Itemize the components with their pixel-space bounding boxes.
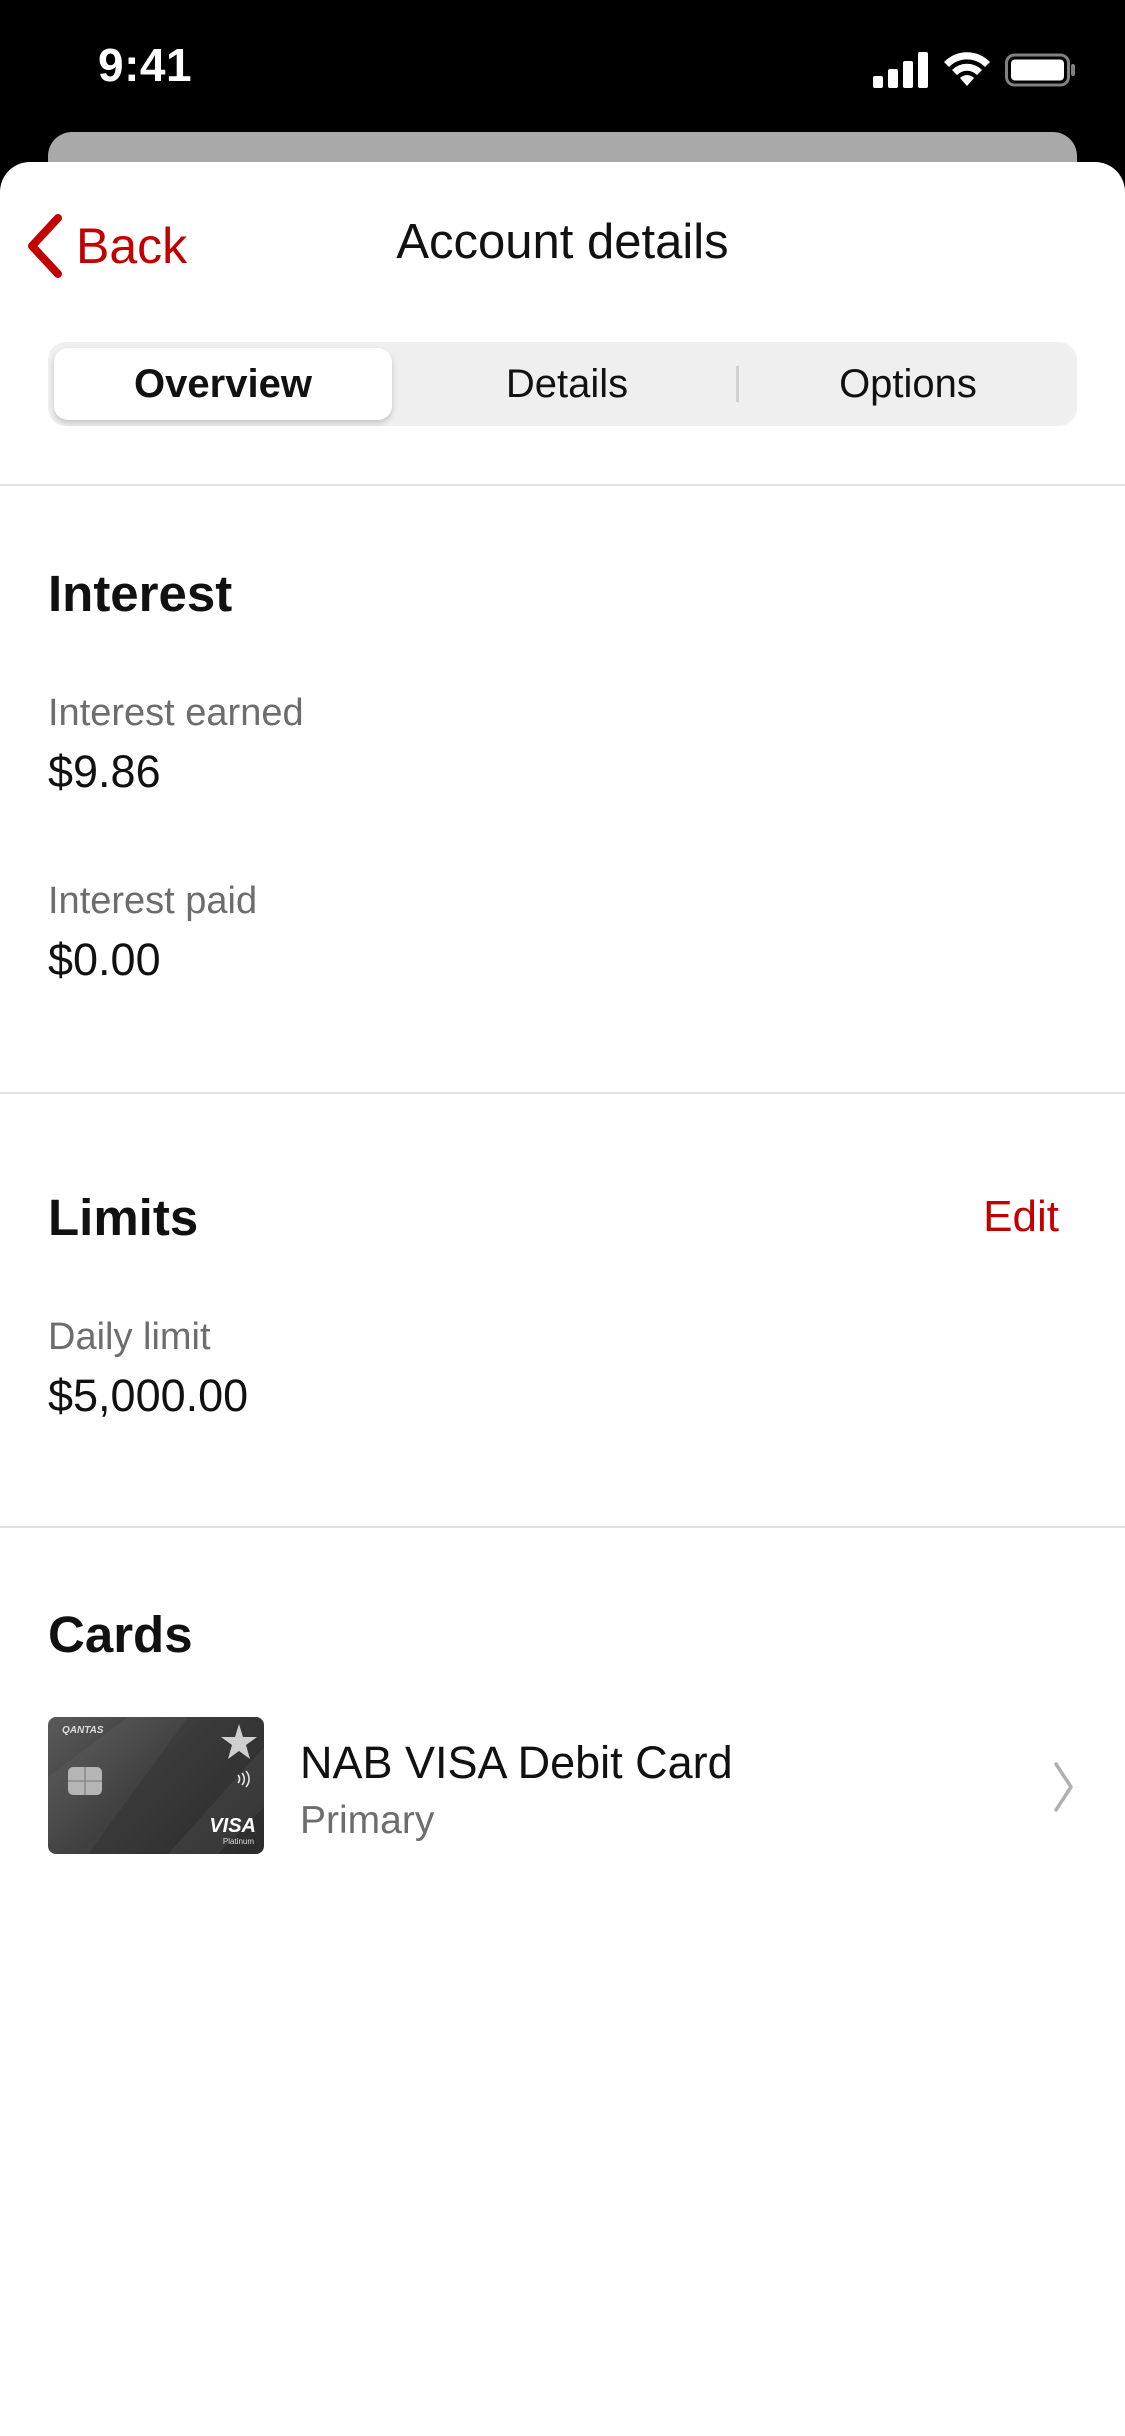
segmented-control: Overview Details Options: [48, 342, 1077, 426]
card-name: NAB VISA Debit Card: [300, 1737, 733, 1788]
interest-earned-value: $9.86: [48, 746, 161, 797]
wifi-icon: [944, 52, 990, 86]
daily-limit-label: Daily limit: [48, 1316, 211, 1358]
visa-logo-text: VISA: [209, 1815, 256, 1837]
divider: [0, 1526, 1125, 1528]
page-title: Account details: [396, 215, 729, 269]
account-details-sheet: Back Account details Overview Details Op…: [0, 162, 1125, 2436]
tab-details[interactable]: Details: [398, 342, 736, 426]
limits-section-title: Limits: [48, 1189, 199, 1246]
interest-section-title: Interest: [48, 565, 233, 622]
interest-paid-value: $0.00: [48, 934, 161, 985]
cards-section-title: Cards: [48, 1606, 193, 1663]
navigation-bar: Back Account details: [0, 162, 1125, 327]
divider: [0, 484, 1125, 486]
signal-icon: [873, 52, 928, 88]
debit-card-image: QANTAS VISA Platinum: [48, 1717, 264, 1854]
qantas-logo-text: QANTAS: [62, 1725, 104, 1736]
nab-star-icon: [221, 1724, 257, 1759]
divider: [0, 1092, 1125, 1094]
chevron-right-icon: [1054, 1762, 1073, 1812]
interest-paid-label: Interest paid: [48, 880, 258, 922]
edit-limits-button[interactable]: Edit: [983, 1192, 1059, 1242]
status-time: 9:41: [98, 39, 193, 91]
card-tier-text: Platinum: [222, 1837, 254, 1846]
status-bar: 9:41: [0, 0, 1125, 140]
status-icons: [873, 48, 1077, 92]
tab-options[interactable]: Options: [739, 342, 1077, 426]
daily-limit-value: $5,000.00: [48, 1370, 249, 1421]
card-list-item[interactable]: QANTAS VISA Platinum NAB VISA Debit Card…: [0, 1717, 1125, 1867]
battery-icon: [1005, 53, 1075, 87]
card-subtitle: Primary: [300, 1799, 435, 1842]
tab-overview[interactable]: Overview: [54, 348, 392, 420]
contactless-icon: [237, 1770, 250, 1788]
interest-earned-label: Interest earned: [48, 692, 304, 734]
